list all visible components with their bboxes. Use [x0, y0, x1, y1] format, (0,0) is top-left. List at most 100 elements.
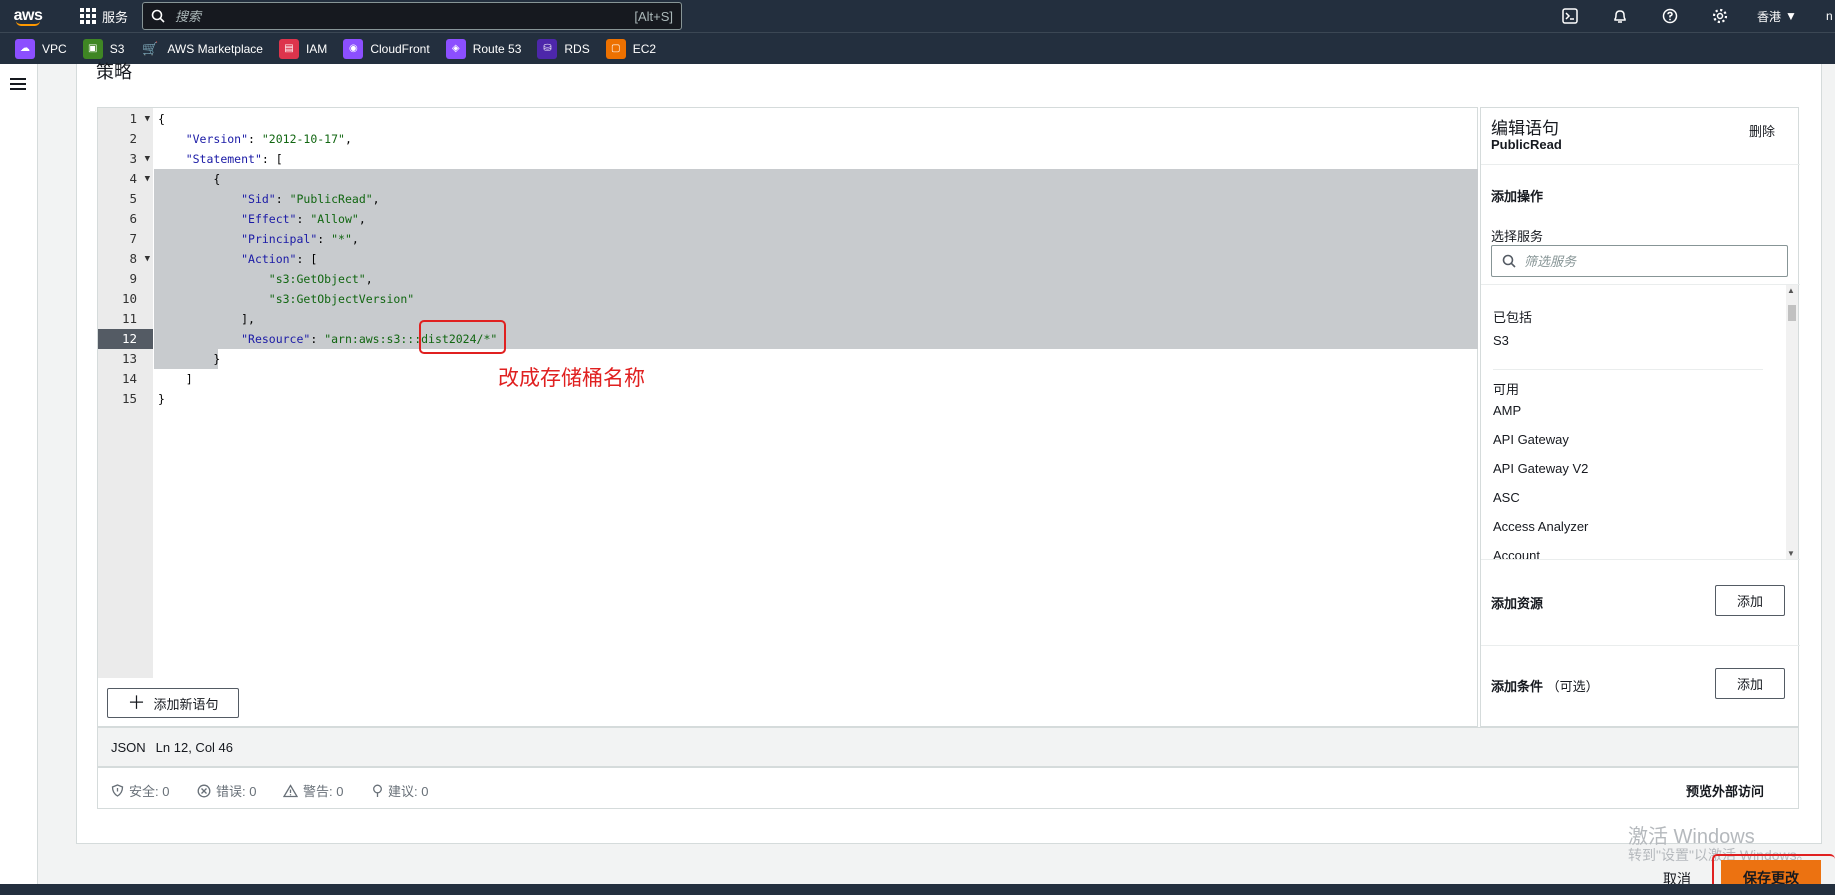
- code-line[interactable]: {: [158, 109, 1458, 129]
- aws-logo[interactable]: aws: [0, 0, 56, 32]
- terminal-icon: [1562, 8, 1578, 24]
- error-icon: [197, 784, 211, 797]
- favorite-vpc[interactable]: ☁ VPC: [15, 38, 67, 59]
- help-button[interactable]: [1645, 0, 1695, 32]
- code-line[interactable]: {: [158, 169, 1458, 189]
- code-line[interactable]: "Action": [: [158, 249, 1458, 269]
- service-list[interactable]: 已包括 S3 可用 AMP API Gateway API Gateway V2…: [1481, 284, 1800, 560]
- add-resource-button[interactable]: 添加: [1715, 585, 1785, 616]
- settings-button[interactable]: [1695, 0, 1745, 32]
- add-new-statement-button[interactable]: ＋ 添加新语句: [107, 688, 239, 718]
- cart-icon: 🛒: [142, 40, 159, 56]
- code-line[interactable]: ],: [158, 309, 1458, 329]
- code-line[interactable]: }: [158, 349, 1458, 369]
- annotation-highlight-box: [419, 320, 506, 354]
- line-number: 2: [129, 131, 137, 146]
- policy-validation-bar: 安全: 0 错误: 0 警告: 0 建议: 0 预览外部访问: [97, 767, 1799, 809]
- service-item[interactable]: Access Analyzer: [1493, 519, 1588, 534]
- fold-arrow-icon[interactable]: ▼: [145, 109, 150, 129]
- security-count[interactable]: 安全: 0: [111, 781, 169, 800]
- menu-icon[interactable]: [10, 78, 26, 90]
- favorite-label: RDS: [564, 41, 590, 56]
- warnings-count[interactable]: 警告: 0: [283, 781, 343, 800]
- notifications-button[interactable]: [1595, 0, 1645, 32]
- service-item[interactable]: API Gateway: [1493, 432, 1569, 447]
- filter-services[interactable]: [1491, 245, 1788, 277]
- cursor-position: Ln 12, Col 46: [155, 739, 234, 755]
- line-number: 13: [121, 351, 137, 366]
- delete-statement-button[interactable]: 删除: [1749, 121, 1775, 140]
- scroll-thumb[interactable]: [1788, 305, 1796, 321]
- line-number: 1 ▼: [98, 109, 153, 129]
- service-list-scrollbar[interactable]: ▲ ▼: [1786, 285, 1798, 559]
- code-line[interactable]: "Principal": "*",: [158, 229, 1458, 249]
- fold-arrow-icon[interactable]: ▼: [145, 249, 150, 269]
- search-icon: [1502, 254, 1516, 268]
- filter-services-input[interactable]: [1524, 253, 1777, 269]
- json-policy-editor[interactable]: 1 ▼ 2 3 ▼ 4 ▼ 5 6 7 8 ▼ 9 10 11 12 13 14 15 …: [97, 107, 1478, 727]
- favorite-rds[interactable]: ⛁ RDS: [537, 38, 590, 59]
- code-line[interactable]: "Effect": "Allow",: [158, 209, 1458, 229]
- line-number: 3 ▼: [98, 149, 153, 169]
- favorite-aws-marketplace[interactable]: 🛒 AWS Marketplace: [140, 39, 263, 59]
- service-item[interactable]: AMP: [1493, 403, 1521, 418]
- iam-icon: ▤: [278, 38, 299, 59]
- code-line[interactable]: "Sid": "PublicRead",: [158, 189, 1458, 209]
- favorite-s3[interactable]: ▣ S3: [82, 38, 124, 59]
- service-item[interactable]: API Gateway V2: [1493, 461, 1588, 476]
- line-number: 5: [129, 191, 137, 206]
- code-line-active[interactable]: "Resource": "arn:aws:s3:::dist2024/*": [158, 329, 1458, 349]
- scroll-down-icon[interactable]: ▼: [1787, 549, 1795, 558]
- errors-count[interactable]: 错误: 0: [197, 781, 256, 800]
- add-resource-heading: 添加资源: [1491, 596, 1544, 611]
- fold-arrow-icon[interactable]: ▼: [145, 149, 150, 169]
- aws-smile-icon: [16, 21, 40, 26]
- suggestions-count[interactable]: 建议: 0: [372, 781, 428, 800]
- add-condition-button[interactable]: 添加: [1715, 668, 1785, 699]
- bottom-bar: [0, 884, 1835, 895]
- favorite-cloudfront[interactable]: ◉ CloudFront: [343, 38, 430, 59]
- service-item[interactable]: S3: [1493, 333, 1509, 348]
- route53-icon: ◈: [445, 38, 466, 59]
- add-condition-heading: 添加条件 （可选）: [1491, 679, 1599, 694]
- scroll-up-icon[interactable]: ▲: [1787, 286, 1795, 295]
- top-navigation: aws 服务 [Alt+S] 香港 ▼ n: [0, 0, 1835, 32]
- code-line[interactable]: "s3:GetObject",: [158, 269, 1458, 289]
- account-menu[interactable]: n: [1826, 9, 1833, 23]
- select-service-label: 选择服务: [1491, 229, 1544, 244]
- services-menu-button[interactable]: 服务: [80, 7, 128, 26]
- preview-external-access-button[interactable]: 预览外部访问: [1686, 781, 1764, 800]
- region-selector[interactable]: 香港 ▼: [1757, 8, 1797, 25]
- line-number-active: 12: [98, 329, 153, 349]
- service-item[interactable]: Account: [1493, 548, 1540, 559]
- service-item[interactable]: ASC: [1493, 490, 1520, 505]
- line-number: 14: [121, 371, 137, 386]
- line-number: 4 ▼: [98, 169, 153, 189]
- editor-mode: JSON: [111, 739, 146, 755]
- help-icon: [1662, 8, 1678, 24]
- divider: [1493, 369, 1763, 370]
- favorite-ec2[interactable]: ▢ EC2: [605, 38, 656, 59]
- global-search[interactable]: [Alt+S]: [142, 2, 683, 30]
- code-line[interactable]: "s3:GetObjectVersion": [158, 289, 1458, 309]
- favorite-label: IAM: [305, 41, 328, 56]
- nav-right-group: 香港 ▼: [1545, 0, 1797, 32]
- included-heading: 已包括: [1493, 310, 1533, 325]
- rds-icon: ⛁: [537, 38, 558, 59]
- caret-down-icon: ▼: [1785, 9, 1797, 23]
- search-input[interactable]: [175, 8, 635, 24]
- code-line[interactable]: "Version": "2012-10-17",: [158, 129, 1458, 149]
- code-line[interactable]: "Statement": [: [158, 149, 1458, 169]
- cloudshell-button[interactable]: [1545, 0, 1595, 32]
- statement-id: PublicRead: [1491, 137, 1562, 152]
- favorite-iam[interactable]: ▤ IAM: [278, 38, 328, 59]
- line-number: 8 ▼: [98, 249, 153, 269]
- code-line[interactable]: ]: [158, 369, 1458, 389]
- favorite-label: Route 53: [472, 41, 522, 56]
- line-number: 9: [129, 271, 137, 286]
- line-number: 7: [129, 231, 137, 246]
- code-line[interactable]: }: [158, 389, 1458, 409]
- divider: [1481, 645, 1800, 646]
- favorite-route53[interactable]: ◈ Route 53: [445, 38, 522, 59]
- fold-arrow-icon[interactable]: ▼: [145, 169, 150, 189]
